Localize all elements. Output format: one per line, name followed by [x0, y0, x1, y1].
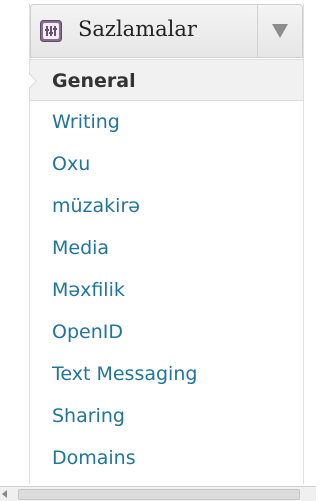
scroll-left-arrow-icon[interactable] [2, 490, 7, 498]
menu-item-media[interactable]: Media [30, 227, 303, 269]
menu-item-label: müzakirə [52, 195, 140, 217]
menu-item-label: Domains [52, 447, 136, 469]
menu-item-text-messaging[interactable]: Text Messaging [30, 353, 303, 395]
horizontal-scrollbar[interactable] [0, 486, 316, 501]
menu-item-sharing[interactable]: Sharing [30, 395, 303, 437]
settings-submenu: General Writing Oxu müzakirə Media Məxfi… [29, 59, 303, 479]
menu-item-label: Media [52, 237, 110, 259]
menu-item-label: Sharing [52, 405, 125, 427]
menu-item-label: General [52, 70, 136, 92]
settings-icon [40, 20, 62, 42]
menu-item-writing[interactable]: Writing [30, 101, 303, 143]
triangle-down-icon [272, 24, 288, 38]
menu-item-openid[interactable]: OpenID [30, 311, 303, 353]
menu-toggle-button[interactable] [257, 5, 302, 57]
menu-item-general[interactable]: General [29, 59, 303, 101]
menu-item-label: Məxfilik [52, 279, 125, 301]
menu-item-label: Text Messaging [52, 363, 198, 385]
menu-item-label: OpenID [52, 321, 123, 343]
scrollbar-thumb[interactable] [18, 489, 300, 500]
menu-item-label: Oxu [52, 153, 91, 175]
menu-item-mexfilik[interactable]: Məxfilik [30, 269, 303, 311]
menu-item-muzakire[interactable]: müzakirə [30, 185, 303, 227]
menu-item-domains[interactable]: Domains [30, 437, 303, 479]
menu-item-oxu[interactable]: Oxu [30, 143, 303, 185]
settings-menu-panel: Sazlamalar General Writing Oxu müzakirə … [29, 4, 304, 484]
settings-menu-header[interactable]: Sazlamalar [30, 4, 303, 58]
menu-item-label: Writing [52, 111, 120, 133]
settings-menu-title: Sazlamalar [78, 17, 197, 41]
